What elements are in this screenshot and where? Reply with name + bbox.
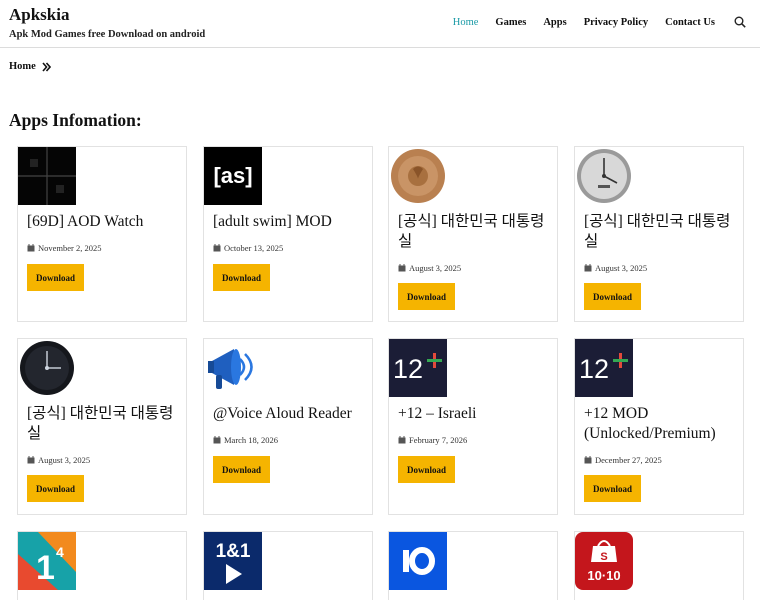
breadcrumb: Home [9,61,51,72]
download-button[interactable]: Download [213,456,270,483]
main-nav: Home Games Apps Privacy Policy Contact U… [436,16,746,28]
svg-text:12: 12 [393,354,423,384]
app-card: [69D] AOD Watch November 2, 2025 Downloa… [17,146,187,322]
app-card: 12 +12 – Israeli February 7, 2026 Downlo… [388,338,558,515]
breadcrumb-home[interactable]: Home [9,61,36,72]
app-date-text: November 2, 2025 [38,243,102,253]
app-title[interactable]: [공식] 대한민국 대통령실 [27,404,179,444]
app-date: November 2, 2025 [27,243,102,253]
site-header: Apkskia Apk Mod Games free Download on a… [0,0,760,48]
svg-text:12: 12 [579,354,609,384]
app-title[interactable]: @Voice Aloud Reader [213,404,365,424]
app-card: [공식] 대한민국 대통령실 August 3, 2025 Download [17,338,187,515]
app-date: March 18, 2026 [213,435,278,445]
app-card [388,531,558,600]
calendar-icon [27,456,35,464]
download-button[interactable]: Download [27,264,84,291]
app-date-text: August 3, 2025 [595,263,648,273]
app-card: 12 +12 MOD (Unlocked/Premium) December 2… [574,338,744,515]
app-title[interactable]: +12 – Israeli [398,404,550,424]
svg-text:4: 4 [56,544,64,560]
app-title[interactable]: [69D] AOD Watch [27,212,179,232]
download-button[interactable]: Download [398,456,455,483]
calendar-icon [213,244,221,252]
app-date: February 7, 2026 [398,435,467,445]
download-button[interactable]: Download [27,475,84,502]
app-date: August 3, 2025 [398,263,461,273]
calendar-icon [398,264,406,272]
app-date: August 3, 2025 [27,455,90,465]
svg-text:1&1: 1&1 [216,541,251,562]
app-title[interactable]: +12 MOD (Unlocked/Premium) [584,404,736,444]
nav-contact-us[interactable]: Contact Us [665,17,715,28]
app-date: December 27, 2025 [584,455,662,465]
app-card: [공식] 대한민국 대통령실 August 3, 2025 Download [574,146,744,322]
app-card: 1 4 [17,531,187,600]
site-tagline: Apk Mod Games free Download on android [9,29,206,40]
channel-12-icon[interactable]: 12 [389,339,447,397]
megaphone-icon[interactable] [204,339,262,397]
svg-text:10·10: 10·10 [587,568,620,583]
app-date-text: August 3, 2025 [409,263,462,273]
calendar-icon [213,436,221,444]
ten-icon[interactable] [389,532,447,590]
app-date: October 13, 2025 [213,243,283,253]
adult-swim-icon[interactable]: [as] [204,147,262,205]
app-date-text: December 27, 2025 [595,455,662,465]
app-title[interactable]: [공식] 대한민국 대통령실 [398,212,550,252]
calendar-icon [27,244,35,252]
app-date-text: February 7, 2026 [409,435,468,445]
nav-privacy-policy[interactable]: Privacy Policy [584,17,648,28]
download-button[interactable]: Download [584,283,641,310]
app-card: [as] [adult swim] MOD October 13, 2025 D… [203,146,373,322]
nav-games[interactable]: Games [495,17,526,28]
site-title[interactable]: Apkskia [9,5,69,25]
nav-apps[interactable]: Apps [543,17,566,28]
double-chevron-right-icon [42,61,51,72]
watch-face-dark-icon[interactable] [18,339,76,397]
svg-text:1: 1 [36,549,55,587]
one-four-icon[interactable]: 1 4 [18,532,76,590]
svg-text:[as]: [as] [213,163,252,188]
channel-12-icon[interactable]: 12 [575,339,633,397]
calendar-icon [398,436,406,444]
app-card: @Voice Aloud Reader March 18, 2026 Downl… [203,338,373,515]
download-button[interactable]: Download [213,264,270,291]
app-date-text: March 18, 2026 [224,435,279,445]
app-date-text: August 3, 2025 [38,455,91,465]
app-date: August 3, 2025 [584,263,647,273]
svg-text:S: S [600,551,607,563]
calendar-icon [584,264,592,272]
aod-watch-icon[interactable] [18,147,76,205]
download-button[interactable]: Download [398,283,455,310]
section-title: Apps Infomation: [9,110,142,130]
one-and-one-icon[interactable]: 1&1 [204,532,262,590]
app-date-text: October 13, 2025 [224,243,284,253]
app-card: [공식] 대한민국 대통령실 August 3, 2025 Download [388,146,558,322]
app-title[interactable]: [adult swim] MOD [213,212,365,232]
app-title[interactable]: [공식] 대한민국 대통령실 [584,212,736,252]
nav-home[interactable]: Home [453,17,479,28]
watch-face-bronze-icon[interactable] [389,147,447,205]
download-button[interactable]: Download [584,475,641,502]
shopee-icon[interactable]: S 10·10 [575,532,633,590]
calendar-icon [584,456,592,464]
search-icon[interactable] [734,16,746,28]
app-card: 1&1 [203,531,373,600]
app-card: S 10·10 [574,531,744,600]
watch-face-silver-icon[interactable] [575,147,633,205]
